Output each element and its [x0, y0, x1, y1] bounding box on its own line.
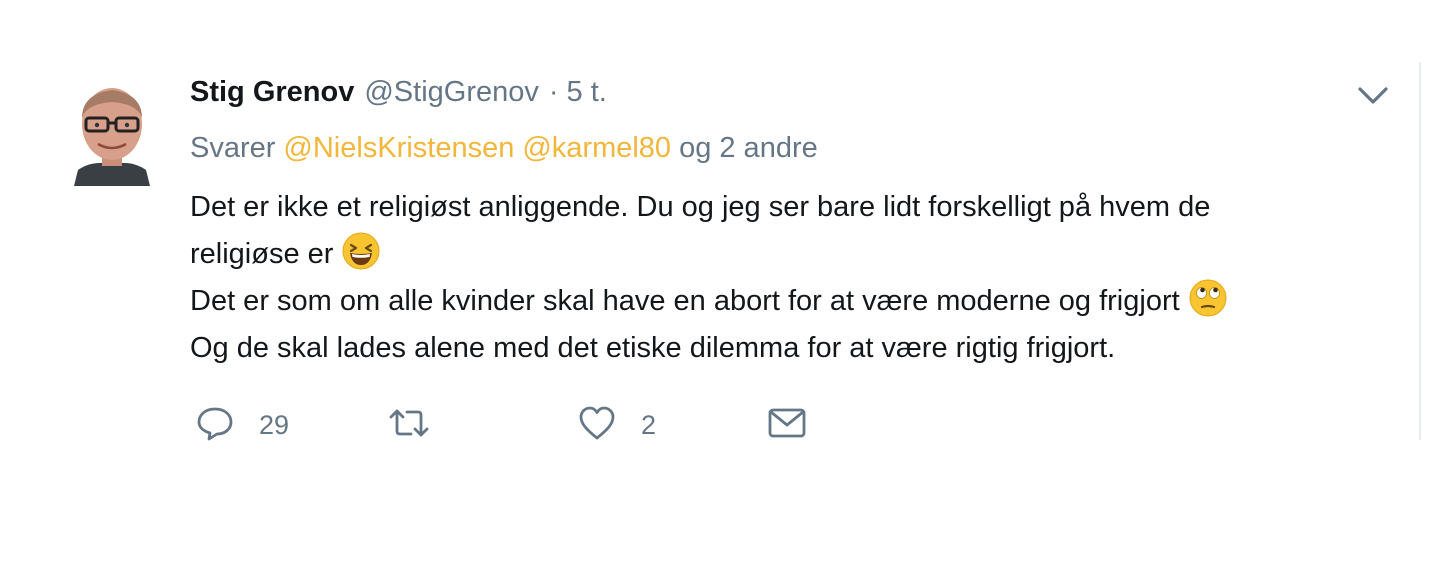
like-button[interactable]: 2: [577, 400, 656, 450]
tweet-text-line: Det er som om alle kvinder skal have en …: [190, 278, 1400, 325]
avatar[interactable]: [72, 78, 152, 186]
replying-to-line: Svarer @NielsKristensen @karmel80 og 2 andr…: [190, 128, 818, 168]
tweet-text-segment: religiøse er: [190, 238, 334, 270]
tweet-text: Det er ikke et religiøst anliggende. Du …: [190, 184, 1400, 372]
tweet-text-segment: Det er ikke et religiøst anliggende. Du …: [190, 191, 1211, 223]
tweet-text-segment: Det er som om alle kvinder skal have en …: [190, 285, 1180, 317]
reply-others[interactable]: og 2 andre: [679, 132, 818, 164]
timeline-border: [1419, 62, 1421, 440]
reply-prefix: Svarer: [190, 132, 276, 164]
retweet-icon: [387, 403, 431, 448]
tweet-text-segment: Og de skal lades alene med det etiske di…: [190, 332, 1116, 364]
like-count: 2: [641, 410, 657, 440]
reply-icon: [195, 403, 235, 448]
face-with-rolling-eyes-emoji-icon: [1188, 278, 1228, 318]
direct-message-icon: [767, 403, 807, 448]
grinning-squinting-face-emoji-icon: [341, 231, 381, 271]
tweet-text-line: Det er ikke et religiøst anliggende. Du …: [190, 184, 1400, 231]
tweet-card[interactable]: Stig Grenov @StigGrenov · 5 t. Svarer @Ni…: [0, 0, 1440, 585]
mention-link[interactable]: @NielsKristensen: [283, 132, 514, 164]
mention-link[interactable]: @karmel80: [522, 132, 671, 164]
tweet-text-line: Og de skal lades alene med det etiske di…: [190, 325, 1400, 372]
retweet-button[interactable]: [387, 400, 455, 450]
header-separator: ·: [548, 76, 559, 108]
direct-message-button[interactable]: [767, 400, 807, 450]
author-handle[interactable]: @StigGrenov: [364, 72, 539, 112]
tweet-text-line: religiøse er: [190, 231, 1400, 278]
more-options-chevron-down-icon[interactable]: [1356, 80, 1390, 110]
author-name[interactable]: Stig Grenov: [190, 72, 354, 112]
tweet-header: Stig Grenov @StigGrenov · 5 t.: [190, 72, 607, 112]
tweet-timestamp[interactable]: 5 t.: [567, 72, 607, 112]
reply-count: 29: [259, 410, 290, 440]
reply-button[interactable]: 29: [195, 400, 289, 450]
like-icon: [577, 403, 617, 448]
